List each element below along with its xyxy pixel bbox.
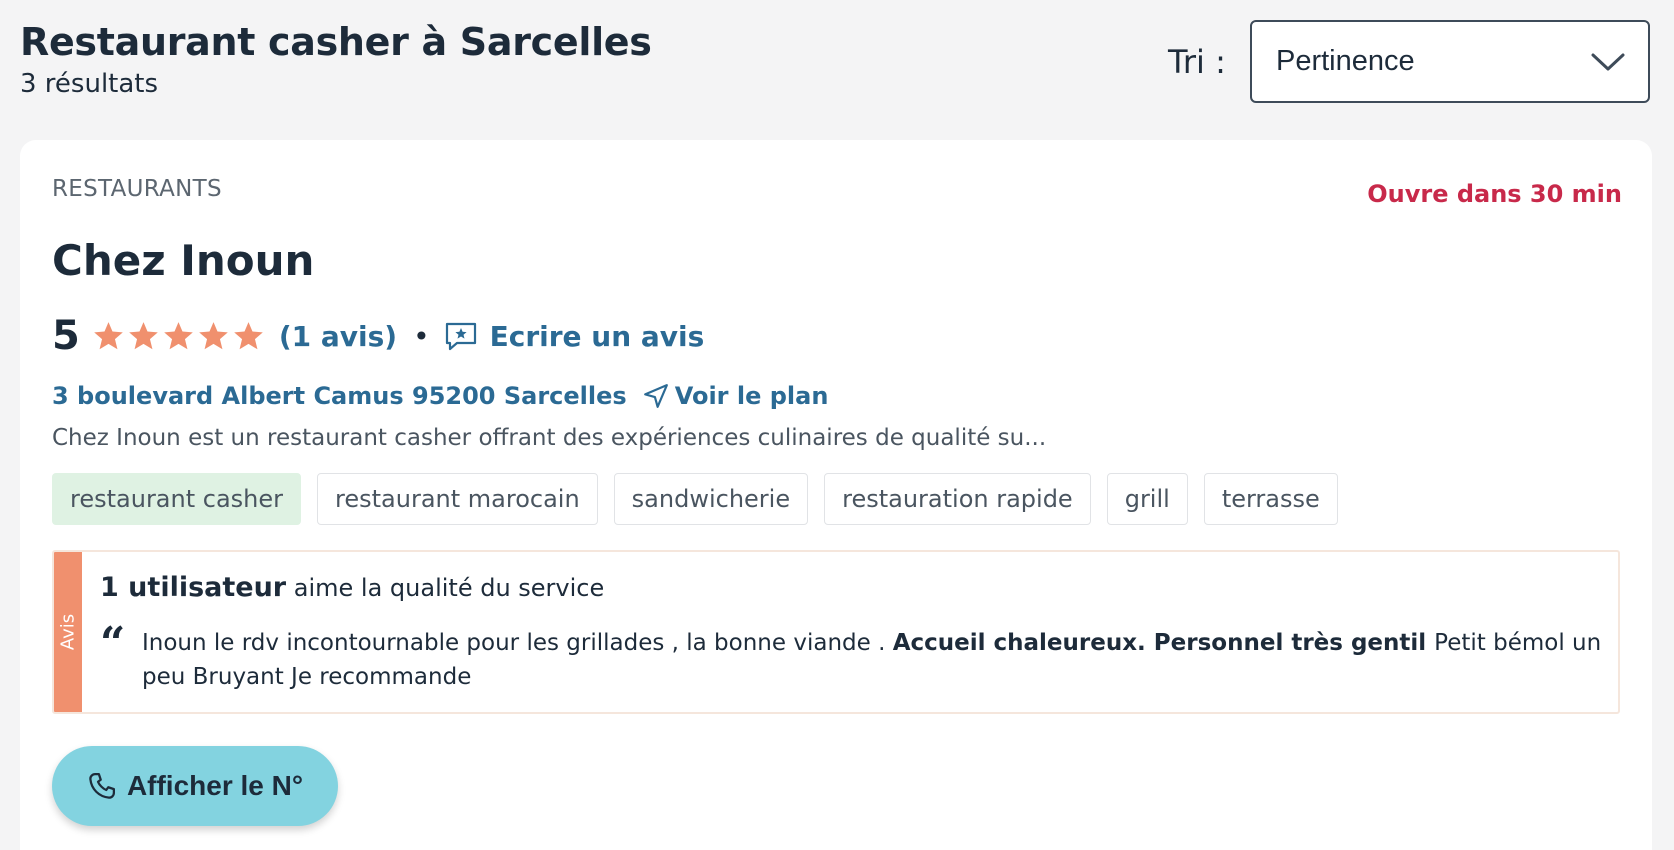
navigation-arrow-icon	[643, 384, 668, 408]
description: Chez Inoun est un restaurant casher offr…	[52, 425, 1047, 451]
review-headline-count: 1 utilisateur	[100, 572, 287, 603]
phone-icon	[89, 773, 115, 799]
review-side-tab: Avis	[54, 552, 82, 712]
quote-icon: “	[100, 618, 126, 669]
open-status: Ouvre dans 30 min	[1367, 180, 1622, 208]
star-icon	[129, 321, 158, 349]
sort-select[interactable]: Pertinence	[1250, 20, 1650, 103]
tag[interactable]: restaurant marocain	[317, 473, 598, 525]
tag[interactable]: sandwicherie	[613, 473, 809, 525]
sort-label: Tri :	[1168, 43, 1226, 81]
restaurant-name[interactable]: Chez Inoun	[52, 236, 314, 285]
search-header: Restaurant casher à Sarcelles 3 résultat…	[20, 16, 652, 102]
review-quote-text: Inoun le rdv incontournable pour les gri…	[142, 630, 893, 656]
review-highlight: Avis 1 utilisateur aime la qualité du se…	[52, 550, 1620, 714]
review-quote: Inoun le rdv incontournable pour les gri…	[142, 626, 1602, 694]
sort-selected-value: Pertinence	[1276, 45, 1415, 77]
rating-value: 5	[52, 313, 80, 359]
map-link-label: Voir le plan	[674, 382, 829, 410]
show-phone-button[interactable]: Afficher le N°	[52, 746, 338, 826]
star-icon	[199, 321, 228, 349]
category-label: RESTAURANTS	[52, 176, 222, 202]
show-phone-label: Afficher le N°	[126, 770, 304, 801]
tags-list: restaurant casher restaurant marocain sa…	[52, 473, 1338, 525]
review-quote-bold: Accueil chaleureux. Personnel très genti…	[892, 630, 1435, 656]
separator-dot: •	[413, 319, 430, 353]
result-card[interactable]: RESTAURANTS Ouvre dans 30 min Chez Inoun…	[20, 140, 1652, 850]
rating-stars	[92, 320, 265, 353]
address-link[interactable]: 3 boulevard Albert Camus 95200 Sarcelles	[52, 382, 627, 410]
tag[interactable]: grill	[1106, 473, 1188, 525]
star-icon	[94, 321, 123, 349]
write-review-link[interactable]: Ecrire un avis	[444, 319, 705, 353]
star-icon	[234, 321, 263, 349]
review-headline-text: aime la qualité du service	[286, 574, 605, 602]
write-review-label: Ecrire un avis	[489, 319, 705, 353]
review-side-label: Avis	[57, 613, 79, 651]
reviews-count-link[interactable]: (1 avis)	[279, 320, 397, 353]
chevron-down-icon	[1591, 53, 1625, 71]
review-headline: 1 utilisateur aime la qualité du service	[100, 572, 604, 603]
search-results-page: Restaurant casher à Sarcelles 3 résultat…	[0, 0, 1674, 850]
review-bubble-icon	[445, 322, 476, 351]
rating-row: 5 (1 avis) • Ecrire un avis	[52, 308, 704, 364]
tag[interactable]: restauration rapide	[824, 473, 1091, 525]
map-link[interactable]: Voir le plan	[643, 382, 829, 410]
page-title: Restaurant casher à Sarcelles	[20, 20, 652, 64]
result-count: 3 résultats	[20, 69, 159, 99]
tag[interactable]: restaurant casher	[52, 473, 302, 525]
tag[interactable]: terrasse	[1203, 473, 1338, 525]
address-row: 3 boulevard Albert Camus 95200 Sarcelles…	[52, 382, 828, 410]
star-icon	[164, 321, 193, 349]
